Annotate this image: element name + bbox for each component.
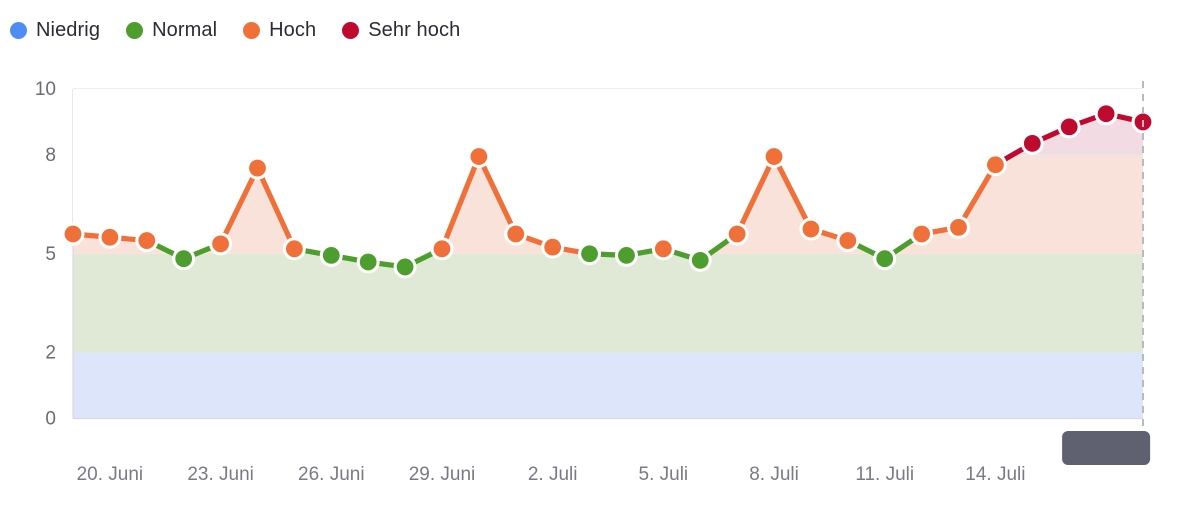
data-point[interactable] [876, 250, 894, 268]
data-point[interactable] [212, 235, 229, 253]
data-point[interactable] [618, 246, 635, 264]
y-tick-label: 8 [45, 145, 56, 166]
data-point[interactable] [470, 148, 488, 165]
x-tick-label: 14. Juli [965, 464, 1025, 485]
x-tick-label: 8. Juli [749, 464, 799, 485]
chart-plot-area: 0 2 5 8 10 20. Juni 23. Juni 26. Juni 29. Juni 2… [0, 0, 1200, 512]
data-point[interactable] [175, 250, 193, 268]
data-point[interactable] [987, 156, 1004, 174]
band-normal [73, 253, 1143, 353]
data-point[interactable] [64, 225, 82, 243]
data-point[interactable] [396, 258, 414, 276]
x-tick-label: 20. Juni [77, 464, 144, 485]
data-point[interactable] [433, 240, 451, 258]
data-point[interactable] [581, 245, 598, 263]
data-point[interactable] [950, 218, 967, 236]
data-point[interactable] [507, 225, 525, 243]
y-tick-label: 0 [45, 409, 56, 430]
data-point[interactable] [1097, 105, 1115, 123]
data-point[interactable] [249, 159, 266, 177]
y-tick-label: 2 [45, 343, 56, 364]
y-tick-label: 5 [45, 244, 56, 265]
x-tick-label-today: 17. Juli [1076, 464, 1136, 485]
data-point[interactable] [1060, 118, 1078, 136]
chart-svg[interactable]: 025810 20. Juni 23. Juni 26. Juni 29. Juni 2… [0, 0, 1200, 512]
data-point[interactable] [322, 246, 340, 264]
x-tick-label: 11. Juli [855, 464, 914, 485]
data-point[interactable] [691, 251, 709, 269]
data-point[interactable] [839, 232, 857, 249]
data-point[interactable] [913, 225, 931, 243]
data-point[interactable] [138, 232, 156, 249]
today-badge[interactable] [1062, 431, 1151, 465]
y-tick-label: 10 [35, 79, 56, 100]
y-axis-ticks: 0 2 5 8 10 [35, 79, 56, 430]
data-point[interactable] [285, 240, 303, 258]
data-point[interactable] [101, 228, 119, 246]
data-point[interactable] [765, 148, 783, 165]
data-point[interactable] [654, 240, 672, 258]
x-tick-label: 2. Juli [528, 464, 578, 485]
x-axis-ticks: 20. Juni 23. Juni 26. Juni 29. Juni 2. Juli 5… [77, 431, 1151, 485]
x-tick-label: 5. Juli [639, 464, 689, 485]
data-point[interactable] [728, 225, 746, 243]
band-niedrig [73, 352, 1143, 419]
x-tick-label: 23. Juni [187, 464, 254, 485]
data-point[interactable] [802, 220, 820, 238]
pollen-forecast-chart: Niedrig Normal Hoch Sehr hoch 025810 [0, 0, 1200, 512]
data-point[interactable] [1023, 134, 1041, 152]
data-point[interactable] [544, 238, 562, 256]
x-tick-label: 26. Juni [298, 464, 365, 485]
x-tick-label: 29. Juni [409, 464, 476, 485]
data-point[interactable] [359, 253, 377, 271]
